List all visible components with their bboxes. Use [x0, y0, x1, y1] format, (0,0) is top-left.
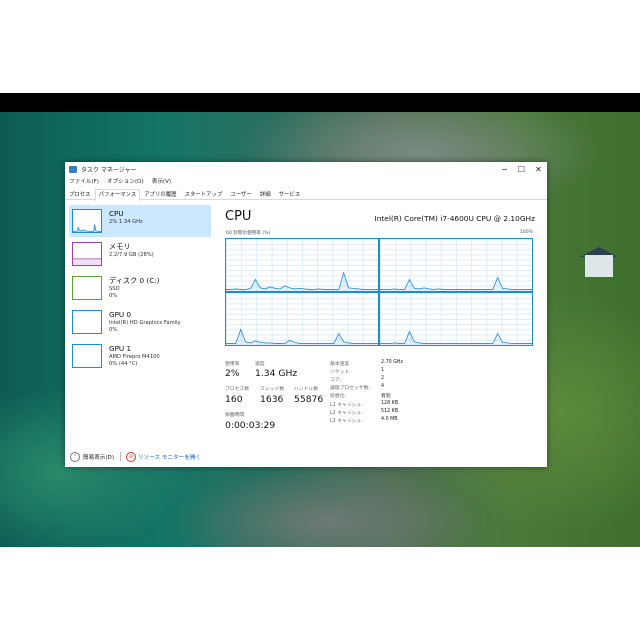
sidebar-item-detail: 2.2/7.9 GB (28%) — [109, 252, 154, 258]
sidebar-item-usage: 0% — [109, 327, 118, 333]
processes-label: プロセス数 — [225, 387, 249, 392]
sidebar-item-detail: Intel(R) HD Graphics Family — [109, 320, 181, 326]
cpu-core-graph-2 — [225, 292, 379, 346]
cpu-model-name: Intel(R) Core(TM) i7-4600U CPU @ 2.10GHz — [374, 214, 535, 223]
uptime-label: 稼働時間 — [225, 413, 245, 418]
uptime-value: 0:00:03:29 — [225, 420, 276, 431]
performance-sidebar: CPU 2% 1.34 GHz メモリ 2.2/7.9 GB (28%) ディス… — [67, 204, 211, 448]
footer-bar: ⌃ 簡易表示(D) ⊘ リソース モニターを開く — [65, 449, 547, 465]
usage-graph-label: 60 秒間の使用率 (%) — [226, 231, 271, 236]
task-manager-icon — [69, 166, 77, 173]
chevron-up-icon[interactable]: ⌃ — [70, 452, 80, 462]
top-black-band — [0, 93, 640, 112]
title-bar[interactable]: タスク マネージャー ─ ☐ ✕ — [65, 162, 547, 177]
usage-line — [380, 330, 532, 344]
sidebar-item-detail: AMD Firepro M4100 — [109, 354, 160, 360]
spec-virtualization-label: 仮想化: — [330, 394, 347, 399]
speed-label: 速度 — [255, 362, 265, 367]
memory-thumbnail-graph — [72, 242, 102, 266]
gpu1-thumbnail-graph — [72, 344, 102, 368]
tab-processes[interactable]: プロセス — [65, 189, 95, 199]
gpu0-thumbnail-graph — [72, 310, 102, 334]
open-resource-monitor-link[interactable]: リソース モニターを開く — [138, 453, 201, 461]
cpu-core-graph-0 — [225, 238, 379, 292]
task-manager-window: タスク マネージャー ─ ☐ ✕ ファイル(F) オプション(O) 表示(V) … — [65, 162, 547, 467]
threads-value: 1636 — [260, 394, 284, 405]
utilization-value: 2% — [225, 368, 240, 379]
usage-line — [380, 276, 532, 290]
window-controls: ─ ☐ ✕ — [496, 162, 547, 176]
sidebar-item-detail: SSD — [109, 286, 120, 292]
sidebar-item-name: GPU 1 — [109, 344, 132, 353]
sidebar-item-memory[interactable]: メモリ 2.2/7.9 GB (28%) — [69, 238, 211, 270]
spec-l3-value: 4.0 MB — [381, 417, 398, 422]
menu-file[interactable]: ファイル(F) — [69, 177, 99, 187]
house — [585, 255, 613, 277]
spec-sockets-value: 1 — [381, 368, 385, 373]
spec-logical-label: 論理プロセッサ数: — [330, 386, 370, 391]
spec-l1-label: L1 キャッシュ: — [330, 403, 363, 408]
sidebar-item-gpu1[interactable]: GPU 1 AMD Firepro M4100 0% (44 °C) — [69, 340, 211, 372]
sidebar-item-name: GPU 0 — [109, 310, 132, 319]
processes-value: 160 — [225, 394, 243, 405]
sidebar-item-gpu0[interactable]: GPU 0 Intel(R) HD Graphics Family 0% — [69, 306, 211, 338]
usage-graph-max: 100% — [519, 230, 533, 235]
spec-cores-value: 2 — [381, 376, 385, 381]
tab-services[interactable]: サービス — [275, 189, 305, 199]
sidebar-item-name: メモリ — [109, 242, 131, 251]
cpu-detail-panel: CPU Intel(R) Core(TM) i7-4600U CPU @ 2.1… — [213, 204, 543, 444]
sidebar-item-name: CPU — [109, 209, 124, 218]
resource-monitor-icon[interactable]: ⊘ — [126, 452, 136, 462]
menu-options[interactable]: オプション(O) — [107, 177, 144, 187]
tab-bar: プロセス パフォーマンス アプリの履歴 スタートアップ ユーザー 詳細 サービス — [65, 189, 547, 201]
spec-l2-label: L2 キャッシュ: — [330, 411, 363, 416]
spec-logical-value: 4 — [381, 384, 385, 389]
sidebar-item-detail: 2% 1.34 GHz — [109, 219, 143, 225]
tab-performance[interactable]: パフォーマンス — [94, 189, 141, 201]
spec-l1-value: 128 KB — [381, 401, 399, 406]
handles-value: 55876 — [294, 394, 324, 405]
sidebar-item-cpu[interactable]: CPU 2% 1.34 GHz — [69, 205, 211, 237]
spec-base-speed-label: 基本速度: — [330, 362, 351, 367]
cpu-core-graph-3 — [379, 292, 533, 346]
speed-value: 1.34 GHz — [255, 368, 298, 379]
panel-title: CPU — [225, 209, 252, 224]
threads-label: スレッド数 — [260, 387, 284, 392]
sidebar-item-disk[interactable]: ディスク 0 (C:) SSD 0% — [69, 272, 211, 304]
maximize-button[interactable]: ☐ — [513, 162, 530, 176]
handles-label: ハンドル数 — [294, 387, 318, 392]
spec-cores-label: コア: — [330, 378, 342, 383]
footer-divider — [120, 452, 121, 461]
tab-details[interactable]: 詳細 — [256, 189, 275, 199]
spec-virtualization-value: 有効 — [381, 394, 391, 399]
usage-line — [226, 271, 378, 290]
cpu-core-graph-1 — [379, 238, 533, 292]
menu-view[interactable]: 表示(V) — [152, 177, 171, 187]
sidebar-item-usage: 0% (44 °C) — [109, 361, 138, 367]
spec-base-speed-value: 2.70 GHz — [381, 360, 404, 365]
usage-line — [73, 224, 101, 232]
minimize-button[interactable]: ─ — [496, 162, 513, 176]
tab-app-history[interactable]: アプリの履歴 — [140, 189, 180, 199]
tab-startup[interactable]: スタートアップ — [181, 189, 227, 199]
usage-area — [73, 258, 101, 265]
spec-sockets-label: ソケット: — [330, 370, 351, 375]
window-title: タスク マネージャー — [81, 167, 137, 174]
usage-line — [226, 328, 378, 344]
fewer-details-button[interactable]: 簡易表示(D) — [83, 453, 114, 461]
utilization-label: 使用率 — [225, 362, 240, 367]
cpu-thumbnail-graph — [72, 209, 102, 233]
sidebar-item-name: ディスク 0 (C:) — [109, 276, 160, 285]
disk-thumbnail-graph — [72, 276, 102, 300]
sidebar-item-usage: 0% — [109, 293, 118, 299]
spec-l3-label: L3 キャッシュ: — [330, 419, 363, 424]
close-button[interactable]: ✕ — [530, 162, 547, 176]
tab-users[interactable]: ユーザー — [226, 189, 255, 199]
menu-bar: ファイル(F) オプション(O) 表示(V) — [65, 177, 171, 187]
spec-l2-value: 512 KB — [381, 409, 399, 414]
